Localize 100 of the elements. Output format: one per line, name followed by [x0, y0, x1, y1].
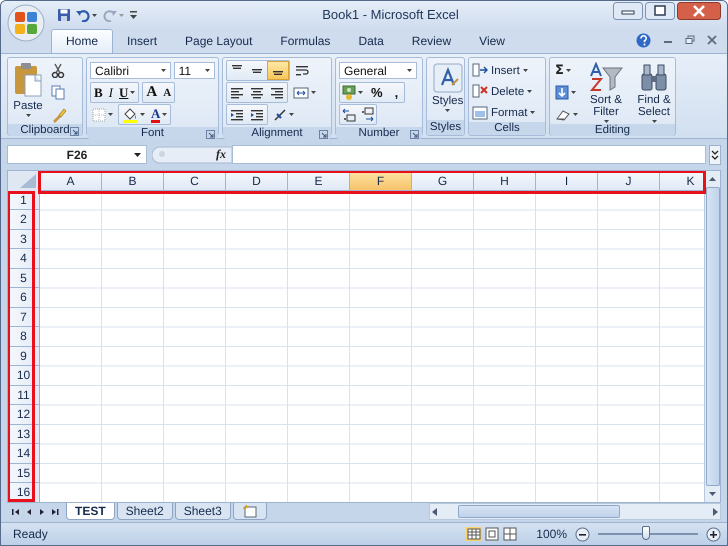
column-header[interactable]: J: [598, 170, 660, 191]
ribbon-tab[interactable]: Review: [398, 30, 466, 53]
group-label: Alignment: [251, 126, 303, 139]
paste-button[interactable]: Paste: [11, 60, 45, 124]
borders-icon: [92, 108, 106, 122]
sheet-nav-icon[interactable]: [50, 506, 60, 517]
font-color-button[interactable]: A: [148, 105, 170, 124]
ribbon-tab[interactable]: Data: [344, 30, 398, 53]
ribbon-tab[interactable]: Insert: [113, 30, 172, 53]
column-header[interactable]: G: [412, 170, 474, 191]
insert-sheet-tab[interactable]: [232, 503, 267, 520]
restore-icon[interactable]: [685, 35, 695, 46]
page-layout-view-icon[interactable]: [484, 527, 500, 542]
close-icon[interactable]: [707, 35, 717, 46]
ribbon-tab[interactable]: Page Layout: [171, 30, 266, 53]
dialog-launcher-icon[interactable]: [410, 130, 419, 139]
font-size-dropdown[interactable]: 11: [174, 62, 215, 80]
autosum-button[interactable]: Σ: [553, 62, 580, 80]
scroll-thumb[interactable]: [458, 505, 620, 518]
caret-icon: [527, 90, 532, 94]
align-button[interactable]: [267, 61, 289, 80]
cells-icon: [472, 63, 488, 78]
zoom-slider-thumb[interactable]: [642, 526, 650, 540]
number-format-dropdown[interactable]: General: [339, 62, 417, 80]
minimize-icon[interactable]: [613, 2, 643, 20]
ribbon-tab[interactable]: View: [465, 30, 519, 53]
caret-icon: [445, 108, 450, 112]
zoom-out-icon[interactable]: [575, 526, 590, 542]
column-header[interactable]: C: [164, 170, 226, 191]
text-align-icon: [230, 86, 244, 100]
ribbon-tab[interactable]: Formulas: [266, 30, 344, 53]
comma-style-button[interactable]: ,: [388, 83, 404, 102]
zoom-level[interactable]: 100%: [536, 527, 567, 542]
orientation-icon: [273, 108, 287, 122]
binoculars-icon: [639, 62, 669, 92]
sort-filter-icon: [589, 62, 623, 92]
help-icon[interactable]: [636, 32, 651, 48]
caret-icon: [26, 114, 30, 117]
font-name-dropdown[interactable]: Calibri: [90, 62, 171, 80]
close-icon[interactable]: [677, 2, 721, 20]
decrease-decimal-icon: [360, 106, 374, 122]
horizontal-scrollbar[interactable]: [429, 503, 721, 520]
expand-icon[interactable]: [709, 144, 721, 165]
dialog-launcher-icon[interactable]: [206, 130, 215, 139]
select-all-icon[interactable]: [8, 170, 40, 191]
maximize-icon[interactable]: [645, 2, 675, 20]
column-header[interactable]: H: [474, 170, 536, 191]
customize-icon[interactable]: [130, 10, 138, 20]
shrink-font-button[interactable]: A: [160, 83, 174, 102]
status-text: Ready: [13, 527, 48, 542]
delete-cells-button[interactable]: Delete: [472, 82, 536, 101]
ribbon-tab[interactable]: Home: [51, 28, 114, 53]
caret-icon: [530, 111, 536, 114]
caret-icon: [311, 91, 316, 94]
column-header[interactable]: I: [536, 170, 598, 191]
dropdown-icon[interactable]: [134, 152, 141, 157]
insert-cells-button[interactable]: Insert: [472, 62, 536, 80]
normal-view-icon[interactable]: [466, 527, 482, 542]
underline-button[interactable]: U: [116, 83, 138, 102]
vertical-align-icon: [273, 71, 283, 76]
scroll-left-icon[interactable]: [430, 506, 440, 518]
scroll-right-icon[interactable]: [710, 506, 720, 518]
new-sheet-icon: [242, 504, 258, 518]
clipboard-icon: [13, 62, 43, 98]
currency-button[interactable]: [340, 83, 365, 102]
percent-button[interactable]: %: [365, 83, 389, 102]
dialog-launcher-icon[interactable]: [319, 130, 328, 139]
sheet-tab[interactable]: Sheet2: [116, 503, 173, 520]
grow-font-button[interactable]: A: [143, 83, 160, 102]
page-break-view-icon[interactable]: [502, 527, 518, 542]
find-select-button[interactable]: Find & Select: [632, 60, 676, 124]
sheet-tab[interactable]: Sheet3: [174, 503, 231, 520]
insert-function-button[interactable]: fx: [213, 147, 229, 162]
name-box[interactable]: F26: [7, 145, 147, 164]
formula-input[interactable]: [232, 145, 706, 164]
sheet-nav-icon[interactable]: [11, 506, 21, 517]
cells-icon: [472, 84, 488, 100]
italic-button[interactable]: I: [106, 83, 116, 102]
column-header[interactable]: B: [102, 170, 164, 191]
caret-icon: [571, 91, 576, 94]
save-icon[interactable]: [57, 8, 71, 22]
dialog-launcher-icon[interactable]: [70, 126, 79, 136]
bold-button[interactable]: B: [91, 83, 106, 102]
column-header[interactable]: E: [288, 170, 350, 191]
caret-icon: [160, 69, 166, 72]
vertical-scrollbar[interactable]: [704, 170, 720, 502]
zoom-in-icon[interactable]: [706, 526, 721, 542]
copy-icon: [51, 85, 65, 100]
format-cells-button[interactable]: Format: [472, 104, 536, 122]
caret-icon: [162, 113, 168, 116]
scroll-thumb[interactable]: [706, 186, 720, 486]
column-header[interactable]: F: [350, 170, 412, 191]
caret-icon: [205, 69, 210, 72]
column-header[interactable]: D: [226, 170, 288, 191]
fill-icon: [555, 85, 569, 100]
undo-icon[interactable]: [76, 8, 98, 22]
caret-icon: [130, 91, 136, 94]
sort-filter-button[interactable]: Sort & Filter: [584, 60, 628, 124]
styles-button[interactable]: Styles: [430, 60, 466, 120]
sheet-tab[interactable]: TEST: [66, 503, 115, 520]
